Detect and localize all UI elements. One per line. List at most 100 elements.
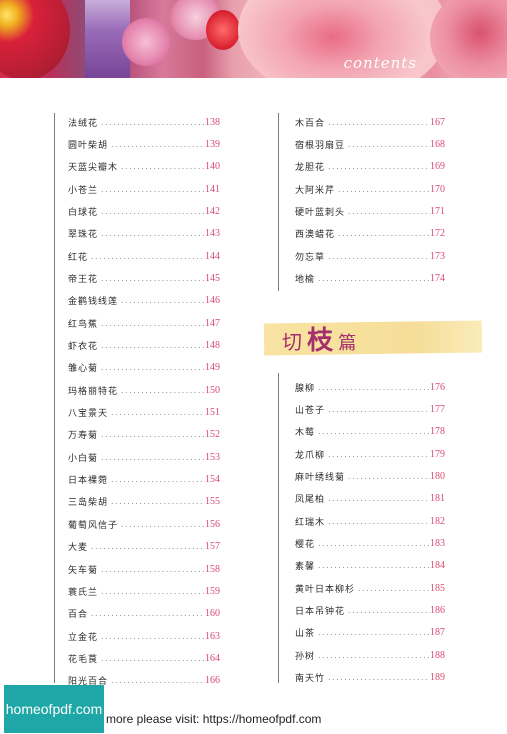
toc-entry-title: 麻叶绣线菊 — [295, 472, 346, 483]
toc-entry[interactable]: 玛格丽特花...................................… — [68, 383, 220, 397]
dot-leader: ........................................… — [101, 341, 205, 350]
toc-entry-title: 勿忘草 — [295, 252, 326, 263]
homeofpdf-logo[interactable]: homeofpdf.com — [4, 685, 104, 733]
toc-entry[interactable]: 勿忘草.....................................… — [295, 249, 445, 263]
toc-entry-title: 木百合 — [295, 118, 326, 129]
toc-entry-page-number: 163 — [205, 630, 220, 642]
toc-entry[interactable]: 日本吊钟花...................................… — [295, 604, 445, 618]
dot-leader: ........................................… — [338, 184, 430, 194]
toc-entry[interactable]: 西澳蜡花....................................… — [295, 227, 445, 241]
toc-entry-page-number: 170 — [430, 183, 445, 195]
toc-entry[interactable]: 龙胆花.....................................… — [295, 160, 445, 174]
toc-entry-title: 腺柳 — [295, 383, 316, 394]
toc-entry-title: 黄叶日本柳杉 — [295, 584, 356, 595]
toc-entry[interactable]: 红花......................................… — [68, 249, 220, 263]
toc-entry[interactable]: 日本裸菀....................................… — [68, 473, 220, 487]
toc-entry[interactable]: 花毛茛.....................................… — [68, 651, 220, 665]
toc-entry[interactable]: 樱花......................................… — [295, 536, 445, 550]
toc-entry[interactable]: 虾衣花.....................................… — [68, 339, 220, 353]
toc-entry[interactable]: 立金花.....................................… — [68, 629, 220, 643]
toc-entry[interactable]: 蓑氏兰.....................................… — [68, 584, 220, 598]
section-title-char-2: 枝 — [307, 326, 334, 356]
toc-entry[interactable]: 木莓......................................… — [295, 425, 445, 439]
toc-entry[interactable]: 三岛柴胡....................................… — [68, 495, 220, 509]
toc-entry[interactable]: 翠珠花.....................................… — [68, 227, 220, 241]
toc-entry[interactable]: 金鹳钱线莲...................................… — [68, 294, 220, 308]
toc-entry[interactable]: 腺柳......................................… — [295, 380, 445, 394]
toc-entry-page-number: 188 — [430, 649, 445, 661]
toc-entry[interactable]: 雏心菊.....................................… — [68, 361, 220, 375]
toc-entry-page-number: 166 — [205, 675, 220, 687]
toc-entry-page-number: 183 — [430, 537, 445, 549]
toc-entry[interactable]: 凤尾柏.....................................… — [295, 492, 445, 506]
toc-entry[interactable]: 天蓝尖瓣木...................................… — [68, 160, 220, 174]
toc-entry-title: 法绒花 — [68, 118, 99, 129]
toc-entry-title: 红瑞木 — [295, 517, 326, 528]
toc-entry[interactable]: 木百合.....................................… — [295, 115, 445, 129]
toc-entry[interactable]: 白球花.....................................… — [68, 204, 220, 218]
dot-leader: ........................................… — [101, 117, 205, 127]
footer-link-text[interactable]: more please visit: https://homeofpdf.com — [106, 712, 321, 726]
toc-entry[interactable]: 南天竹.....................................… — [295, 671, 445, 685]
toc-entry[interactable]: 小白菊.....................................… — [68, 450, 220, 464]
section-title-char-3: 篇 — [338, 333, 357, 354]
toc-entry[interactable]: 八宝景天....................................… — [68, 406, 220, 420]
toc-entry[interactable]: 山茶......................................… — [295, 626, 445, 640]
toc-entry-page-number: 144 — [205, 250, 220, 262]
toc-entry[interactable]: 红鸟蕉.....................................… — [68, 316, 220, 330]
toc-entry[interactable]: 龙爪柳.....................................… — [295, 447, 445, 461]
toc-entry[interactable]: 大阿米芹....................................… — [295, 182, 445, 196]
toc-entry-title: 大麦 — [68, 543, 89, 554]
toc-entry-title: 虾衣花 — [68, 342, 99, 352]
dot-leader: ........................................… — [318, 650, 430, 660]
toc-entry[interactable]: 圆叶柴胡....................................… — [68, 137, 220, 151]
toc-entry-title: 日本吊钟花 — [295, 607, 346, 617]
dot-leader: ........................................… — [348, 206, 430, 216]
toc-entry[interactable]: 矢车菊.....................................… — [68, 562, 220, 576]
toc-entry-title: 日本裸菀 — [68, 476, 109, 487]
toc-entry[interactable]: 素馨......................................… — [295, 559, 445, 573]
toc-entry[interactable]: 黄叶日本柳杉..................................… — [295, 581, 445, 595]
toc-entry[interactable]: 葡萄风信子...................................… — [68, 517, 220, 531]
toc-entry[interactable]: 地榆......................................… — [295, 271, 445, 285]
toc-entry-title: 红鸟蕉 — [68, 319, 99, 330]
toc-entry[interactable]: 帝王花.....................................… — [68, 271, 220, 285]
toc-entry-title: 樱花 — [295, 539, 316, 550]
toc-entry-page-number: 155 — [205, 496, 220, 508]
toc-entry-page-number: 150 — [205, 384, 220, 396]
toc-entry[interactable]: 红瑞木.....................................… — [295, 514, 445, 528]
toc-entry-page-number: 145 — [205, 272, 220, 284]
toc-entry-page-number: 139 — [205, 138, 220, 150]
dot-leader: ........................................… — [348, 606, 430, 615]
dot-leader: ........................................… — [318, 538, 430, 548]
toc-entry-page-number: 164 — [205, 652, 220, 664]
toc-entry[interactable]: 山苍子.....................................… — [295, 402, 445, 416]
toc-entry-page-number: 178 — [430, 426, 445, 438]
toc-entry-page-number: 189 — [430, 672, 445, 684]
toc-entry-page-number: 146 — [205, 295, 220, 307]
toc-entry-title: 红花 — [68, 252, 89, 263]
dot-leader: ........................................… — [101, 206, 205, 216]
toc-entry[interactable]: 硬叶蓝刺头...................................… — [295, 204, 445, 218]
toc-entry-page-number: 182 — [430, 515, 445, 527]
flower-image-1 — [0, 0, 70, 78]
toc-entry[interactable]: 百合......................................… — [68, 607, 220, 621]
toc-entry-page-number: 148 — [205, 340, 220, 351]
dot-leader: ........................................… — [111, 475, 205, 485]
toc-entry[interactable]: 宿根羽扇豆...................................… — [295, 137, 445, 151]
toc-entry-title: 凤尾柏 — [295, 495, 326, 506]
dot-leader: ........................................… — [328, 117, 430, 127]
toc-entry[interactable]: 万寿菊.....................................… — [68, 428, 220, 442]
dot-leader: ........................................… — [338, 229, 430, 239]
toc-entry-title: 三岛柴胡 — [68, 498, 109, 509]
toc-entry-title: 万寿菊 — [68, 431, 99, 442]
flower-image-3 — [122, 18, 170, 66]
toc-entry[interactable]: 法绒花.....................................… — [68, 115, 220, 129]
toc-entry-page-number: 147 — [205, 317, 220, 329]
toc-entry-page-number: 140 — [205, 161, 220, 173]
toc-entry[interactable]: 孙树......................................… — [295, 648, 445, 662]
dot-leader: ........................................… — [101, 184, 205, 194]
toc-entry[interactable]: 大麦......................................… — [68, 540, 220, 554]
toc-entry[interactable]: 小苍兰.....................................… — [68, 182, 220, 196]
toc-entry[interactable]: 麻叶绣线菊...................................… — [295, 469, 445, 483]
